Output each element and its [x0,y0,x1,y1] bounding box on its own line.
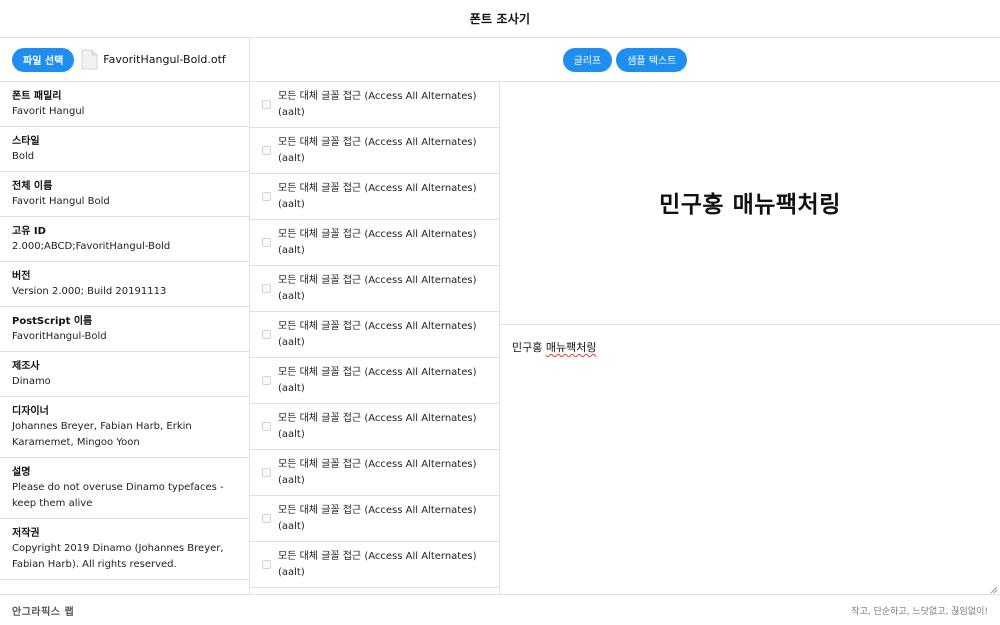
footer-tagline: 작고, 단순하고, 느닷없고, 끊임없이! [851,606,988,617]
font-info-list: 폰트 패밀리 Favorit Hangul 스타일 Bold 전체 이름 Favorit … [0,82,249,580]
feature-checkbox[interactable] [262,192,271,201]
font-info-value: 2.000;ABCD;FavoritHangul-Bold [12,241,171,252]
font-info-row: 스타일 Bold [0,127,249,172]
sample-text-editor[interactable]: 민구홍 매뉴팩처링 [500,325,1000,594]
sample-text-button[interactable]: 샘플 텍스트 [616,47,688,72]
feature-label: 모든 대체 글꼴 접근 (Access All Alternates) (aal… [278,90,477,118]
feature-row[interactable]: 모든 대체 글꼴 접근 (Access All Alternates) (aal… [250,220,499,266]
feature-row[interactable]: 모든 대체 글꼴 접근 (Access All Alternates) (aal… [250,312,499,358]
feature-label: 모든 대체 글꼴 접근 (Access All Alternates) (aal… [278,182,477,210]
font-info-row: 버전 Version 2.000; Build 20191113 [0,262,249,307]
feature-checkbox[interactable] [262,376,271,385]
feature-row[interactable]: 모든 대체 글꼴 접근 (Access All Alternates) (aal… [250,174,499,220]
feature-row[interactable]: 모든 대체 글꼴 접근 (Access All Alternates) (aal… [250,450,499,496]
feature-checkbox[interactable] [262,238,271,247]
feature-checkbox[interactable] [262,284,271,293]
font-info-label: 전체 이름 [12,181,53,192]
font-info-row: 고유 ID 2.000;ABCD;FavoritHangul-Bold [0,217,249,262]
feature-label: 모든 대체 글꼴 접근 (Access All Alternates) (aal… [278,320,477,348]
feature-label: 모든 대체 글꼴 접근 (Access All Alternates) (aal… [278,412,477,440]
font-info-value: Bold [12,151,35,162]
font-info-row: 전체 이름 Favorit Hangul Bold [0,172,249,217]
feature-checkbox[interactable] [262,468,271,477]
font-info-row: PostScript 이름 FavoritHangul-Bold [0,307,249,352]
font-info-label: 저작권 [12,528,40,539]
font-info-row: 저작권 Copyright 2019 Dinamo (Johannes Breye… [0,519,249,580]
feature-checkbox[interactable] [262,560,271,569]
sample-word-2: 매뉴팩처링 [545,341,597,354]
font-info-label: 버전 [12,271,31,282]
feature-label: 모든 대체 글꼴 접근 (Access All Alternates) (aal… [278,458,477,486]
font-info-value: Dinamo [12,376,51,387]
feature-checkbox[interactable] [262,330,271,339]
feature-checkbox[interactable] [262,422,271,431]
font-info-value: Johannes Breyer, Fabian Harb, Erkin Kara… [12,421,192,448]
feature-row[interactable]: 모든 대체 글꼴 접근 (Access All Alternates) (aal… [250,542,499,588]
feature-row[interactable]: 모든 대체 글꼴 접근 (Access All Alternates) (aal… [250,128,499,174]
feature-row[interactable]: 모든 대체 글꼴 접근 (Access All Alternates) (aal… [250,358,499,404]
font-info-value: Copyright 2019 Dinamo (Johannes Breyer, … [12,543,224,570]
font-info-label: 폰트 패밀리 [12,91,62,102]
glyphs-button[interactable]: 글리프 [562,47,613,72]
file-icon [81,49,98,70]
feature-label: 모든 대체 글꼴 접근 (Access All Alternates) (aal… [278,274,477,302]
preview-text: 민구홍 매뉴팩처링 [659,191,841,218]
font-info-label: 설명 [12,467,31,478]
feature-label: 모든 대체 글꼴 접근 (Access All Alternates) (aal… [278,504,477,532]
feature-row[interactable]: 모든 대체 글꼴 접근 (Access All Alternates) (aal… [250,266,499,312]
font-info-value: Favorit Hangul [12,106,85,117]
font-info-label: 제조사 [12,361,40,372]
font-info-value: Please do not overuse Dinamo typefaces -… [12,482,224,509]
font-info-row: 폰트 패밀리 Favorit Hangul [0,82,249,127]
preview-area: 민구홍 매뉴팩처링 [500,82,1000,325]
font-info-value: Favorit Hangul Bold [12,196,110,207]
footer-logo[interactable]: 안그라픽스 랩 [12,603,74,618]
feature-row[interactable]: 모든 대체 글꼴 접근 (Access All Alternates) (aal… [250,404,499,450]
feature-label: 모든 대체 글꼴 접근 (Access All Alternates) (aal… [278,228,477,256]
features-list: 모든 대체 글꼴 접근 (Access All Alternates) (aal… [250,82,500,594]
feature-checkbox[interactable] [262,146,271,155]
font-info-label: 디자이너 [12,406,49,417]
font-info-label: 스타일 [12,136,40,147]
file-toolbar: 파일 선택 FavoritHangul-Bold.otf [0,38,249,82]
sample-word-1: 민구홍 [512,341,543,354]
feature-row[interactable]: 모든 대체 글꼴 접근 (Access All Alternates) (aal… [250,496,499,542]
font-info-row: 설명 Please do not overuse Dinamo typefaces… [0,458,249,519]
feature-label: 모든 대체 글꼴 접근 (Access All Alternates) (aal… [278,136,477,164]
feature-checkbox[interactable] [262,100,271,109]
font-info-row: 디자이너 Johannes Breyer, Fabian Harb, Erkin … [0,397,249,458]
font-info-value: Version 2.000; Build 20191113 [12,286,167,297]
feature-row[interactable]: 모든 대체 글꼴 접근 (Access All Alternates) (aal… [250,82,499,128]
choose-file-button[interactable]: 파일 선택 [12,47,75,72]
feature-label: 모든 대체 글꼴 접근 (Access All Alternates) (aal… [278,550,477,578]
feature-label: 모든 대체 글꼴 접근 (Access All Alternates) (aal… [278,366,477,394]
font-info-value: FavoritHangul-Bold [12,331,107,342]
font-info-label: PostScript 이름 [12,316,93,327]
font-info-panel: 파일 선택 FavoritHangul-Bold.otf 폰트 패밀리 Favor… [0,38,250,594]
selected-file-name: FavoritHangul-Bold.otf [103,53,226,66]
feature-checkbox[interactable] [262,514,271,523]
font-info-row: 제조사 Dinamo [0,352,249,397]
font-info-label: 고유 ID [12,226,46,237]
title-bar: 폰트 조사기 [0,0,1000,38]
app-title: 폰트 조사기 [469,12,531,26]
view-toolbar: 글리프 샘플 텍스트 [250,38,1000,82]
footer: 안그라픽스 랩 작고, 단순하고, 느닷없고, 끊임없이! [0,594,1000,625]
resize-handle-icon[interactable] [990,584,998,594]
sample-text[interactable]: 민구홍 매뉴팩처링 [512,339,596,355]
